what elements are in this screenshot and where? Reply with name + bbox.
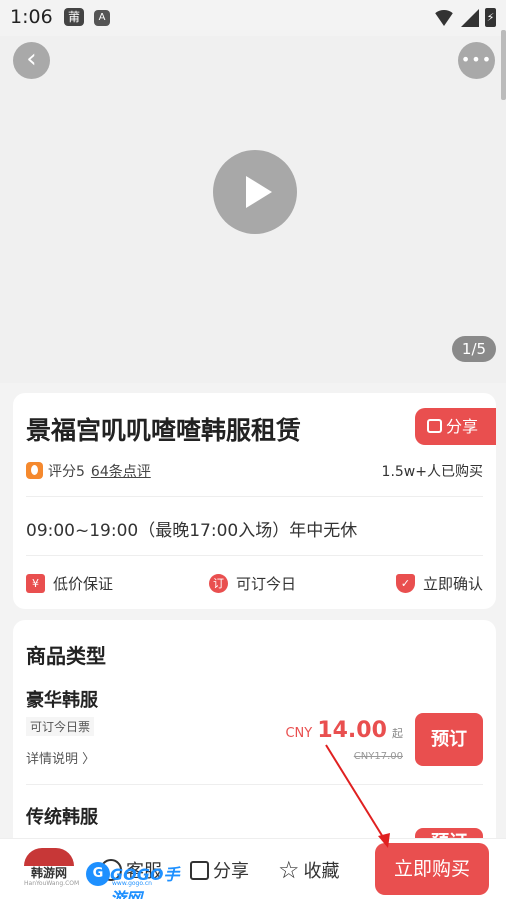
price-value: 14.00 — [317, 718, 387, 743]
bookable-today-tag: 可订今日票 — [26, 717, 95, 736]
guarantee-low-price: ¥ 低价保证 — [26, 573, 113, 594]
signal-icon — [461, 8, 479, 27]
guarantee-book-today: 订可订今日 — [209, 573, 296, 594]
shield-check-icon: ✓ — [395, 574, 415, 593]
favorite-button[interactable]: ☆ 收藏 — [278, 857, 340, 883]
guarantee-label: 立即确认 — [422, 575, 483, 593]
wifi-icon — [433, 9, 455, 26]
price: CNY 14.00 起 — [285, 718, 403, 743]
star-icon: ☆ — [278, 856, 300, 884]
price-currency: CNY — [285, 726, 313, 741]
notification-a-icon: A — [94, 10, 110, 26]
favorite-label: 收藏 — [303, 861, 340, 882]
share-icon — [190, 860, 209, 880]
flame-icon — [26, 462, 43, 479]
rating-text: 评分5 — [48, 464, 85, 480]
book-button[interactable]: 预订 — [415, 713, 483, 766]
share-button[interactable]: 分享 — [190, 857, 249, 883]
opening-hours: 09:00~19:00（最晚17:00入场）年中无休 — [26, 521, 358, 541]
section-title: 商品类型 — [26, 644, 106, 668]
bottom-action-bar: 韩游网 HanYouWang.COM 客服 分享 ☆ 收藏 立即购买 — [0, 838, 506, 899]
buy-now-button[interactable]: 立即购买 — [375, 843, 489, 895]
divider — [26, 496, 483, 497]
watermark: G GOGO手游网 www.gogo.cn — [86, 858, 182, 899]
product-info-card: 景福宫叽叽喳喳韩服租赁 分享 评分5 64条点评 1.5w+人已购买 09:00~… — [13, 393, 496, 609]
watermark-badge: G — [86, 862, 110, 886]
scrollbar[interactable] — [501, 30, 506, 100]
product-title: 景福宫叽叽喳喳韩服租赁 — [26, 416, 302, 445]
gallery-pager: 1/5 — [452, 336, 496, 362]
logo-text: 韩游网 — [30, 866, 67, 880]
original-price: CNY17.00 — [353, 751, 403, 762]
share-tag-label: 分享 — [446, 417, 479, 436]
guarantee-label: 可订今日 — [236, 575, 297, 593]
guarantee-label: 低价保证 — [53, 575, 114, 593]
battery-icon: ⚡ — [485, 8, 496, 27]
back-button[interactable]: ‹ — [13, 42, 50, 79]
share-icon — [427, 419, 442, 433]
reviews-link[interactable]: 64条点评 — [91, 464, 151, 480]
status-bar: 1:06 莆 A ⚡ — [0, 0, 506, 36]
product-type-name: 传统韩服 — [26, 807, 98, 828]
notification-app-icon: 莆 — [64, 8, 84, 26]
guarantee-instant-confirm: ✓ 立即确认 — [395, 573, 483, 594]
sold-count: 1.5w+人已购买 — [381, 464, 483, 480]
yen-badge-icon: ¥ — [26, 574, 45, 593]
product-type-name: 豪华韩服 — [26, 690, 98, 711]
watermark-url: www.gogo.cn — [112, 880, 152, 887]
play-video-button[interactable] — [213, 150, 297, 234]
share-tag-button[interactable]: 分享 — [415, 408, 496, 445]
status-time: 1:06 — [10, 6, 53, 28]
price-from-label: 起 — [392, 727, 403, 740]
logo-roof-icon — [24, 848, 74, 866]
divider — [26, 555, 483, 556]
details-link[interactable]: 详情说明 〉 — [26, 748, 95, 767]
divider — [26, 784, 483, 785]
share-label: 分享 — [213, 861, 249, 882]
more-options-button[interactable]: ••• — [458, 42, 495, 79]
shop-logo[interactable]: 韩游网 HanYouWang.COM — [24, 848, 80, 892]
rating-row: 评分5 64条点评 1.5w+人已购买 — [26, 461, 483, 481]
logo-subtext: HanYouWang.COM — [24, 880, 80, 887]
book-badge-icon: 订 — [209, 574, 228, 593]
